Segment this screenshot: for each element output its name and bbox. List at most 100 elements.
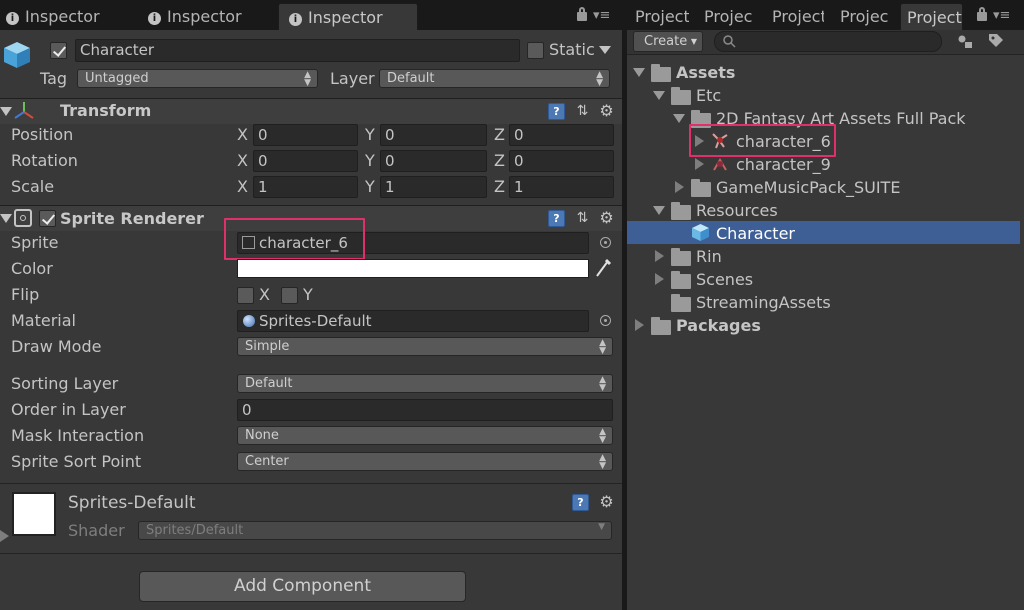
layer-dropdown[interactable]: Default ▲ ▼: [379, 69, 610, 88]
tree-item-character-9[interactable]: character_9: [736, 155, 831, 174]
shader-dropdown[interactable]: Sprites/Default ▼: [138, 521, 612, 540]
rotation-y-axis-label[interactable]: Y: [365, 151, 375, 170]
panel-menu-icon[interactable]: ▾≡: [593, 9, 610, 22]
scale-z-axis-label[interactable]: Z: [494, 177, 505, 196]
foldout-right-icon[interactable]: [655, 250, 664, 262]
layer-value: Default: [387, 71, 435, 86]
rotation-z-field[interactable]: 0: [509, 150, 614, 172]
panel-splitter[interactable]: [622, 0, 627, 610]
search-icon: [723, 35, 736, 48]
eyedropper-icon[interactable]: [594, 258, 612, 278]
gear-icon[interactable]: ⚙: [598, 102, 615, 119]
tab-inspector-3-label: Inspector: [308, 8, 383, 27]
material-preview-swatch: [12, 492, 56, 536]
material-object-field[interactable]: Sprites-Default: [237, 310, 589, 332]
sprite-thumbnail-icon: [710, 154, 730, 174]
foldout-right-icon[interactable]: [675, 181, 684, 193]
panel-menu-icon[interactable]: ▾≡: [993, 9, 1010, 22]
tree-item-assets[interactable]: Assets: [676, 63, 735, 82]
mask-interaction-dropdown[interactable]: None ▲ ▼: [237, 426, 613, 445]
foldout-down-icon[interactable]: [653, 91, 665, 100]
object-picker-icon[interactable]: [600, 237, 611, 248]
foldout-down-icon[interactable]: [653, 206, 665, 215]
position-y-field[interactable]: 0: [380, 124, 487, 146]
sprite-renderer-title: Sprite Renderer: [60, 209, 204, 228]
object-picker-icon[interactable]: [600, 315, 611, 326]
sprite-sort-point-dropdown[interactable]: Center ▲ ▼: [237, 452, 613, 471]
scale-x-axis-label[interactable]: X: [237, 177, 248, 196]
foldout-down-icon[interactable]: [673, 114, 685, 123]
tab-project-1[interactable]: Project: [635, 3, 689, 30]
folder-icon: [651, 317, 671, 335]
order-in-layer-field[interactable]: 0: [237, 399, 613, 421]
position-x-axis-label[interactable]: X: [237, 125, 248, 144]
rotation-x-axis-label[interactable]: X: [237, 151, 248, 170]
add-component-button[interactable]: Add Component: [139, 571, 466, 602]
draw-mode-dropdown[interactable]: Simple ▲ ▼: [237, 337, 613, 356]
folder-icon: [671, 87, 691, 105]
tree-item-streaming-assets[interactable]: StreamingAssets: [696, 293, 831, 312]
tab-inspector-2[interactable]: i Inspector: [146, 3, 276, 30]
foldout-right-icon[interactable]: [695, 158, 704, 170]
tree-item-character-row[interactable]: [627, 221, 1020, 244]
search-input[interactable]: [714, 31, 942, 52]
help-icon[interactable]: ?: [548, 210, 565, 227]
tab-inspector-1[interactable]: i Inspector: [4, 3, 134, 30]
sprite-renderer-enabled-checkbox[interactable]: [39, 210, 56, 227]
color-swatch[interactable]: [237, 259, 589, 278]
gear-icon[interactable]: ⚙: [598, 209, 615, 226]
filter-by-type-icon[interactable]: [956, 33, 974, 50]
position-z-axis-label[interactable]: Z: [494, 125, 505, 144]
object-name-field[interactable]: Character: [75, 39, 520, 62]
position-y-axis-label[interactable]: Y: [365, 125, 375, 144]
rotation-y-field[interactable]: 0: [380, 150, 487, 172]
tree-item-character[interactable]: Character: [716, 224, 795, 243]
static-checkbox[interactable]: [527, 42, 544, 59]
position-x-field[interactable]: 0: [253, 124, 358, 146]
foldout-down-icon[interactable]: [0, 214, 12, 223]
presets-icon[interactable]: ⇅: [574, 103, 591, 120]
tab-inspector-3[interactable]: i Inspector: [278, 3, 418, 30]
tab-project-2[interactable]: Projec: [704, 3, 758, 30]
tab-project-3[interactable]: Project: [772, 3, 824, 30]
foldout-right-icon[interactable]: [635, 319, 644, 331]
folder-icon: [671, 294, 691, 312]
create-button[interactable]: Create ▼: [633, 31, 703, 52]
position-z-field[interactable]: 0: [509, 124, 614, 146]
tree-item-scenes[interactable]: Scenes: [696, 270, 753, 289]
foldout-right-icon[interactable]: [655, 273, 664, 285]
filter-by-label-icon[interactable]: [987, 32, 1005, 50]
foldout-right-icon[interactable]: [0, 530, 9, 542]
help-icon[interactable]: ?: [548, 103, 565, 120]
flip-x-checkbox[interactable]: [237, 287, 254, 304]
sorting-layer-dropdown[interactable]: Default ▲ ▼: [237, 374, 613, 393]
dropdown-arrows-icon: ▲ ▼: [596, 70, 603, 88]
tree-item-packages[interactable]: Packages: [676, 316, 761, 335]
tab-project-4[interactable]: Projec: [840, 3, 894, 30]
lock-shackle-icon: [979, 7, 985, 14]
tree-item-music-pack[interactable]: GameMusicPack_SUITE: [716, 178, 900, 197]
info-icon: i: [6, 12, 19, 25]
gear-icon[interactable]: ⚙: [598, 493, 615, 510]
rotation-z-axis-label[interactable]: Z: [494, 151, 505, 170]
tree-item-etc[interactable]: Etc: [696, 86, 721, 105]
foldout-down-icon[interactable]: [633, 68, 645, 77]
scale-x-field[interactable]: 1: [253, 176, 358, 198]
foldout-down-icon[interactable]: [0, 107, 12, 116]
tab-project-5[interactable]: Project: [900, 3, 963, 30]
material-value: Sprites-Default: [259, 312, 372, 330]
scale-z-field[interactable]: 1: [509, 176, 614, 198]
tag-value: Untagged: [85, 71, 149, 86]
transform-title: Transform: [60, 101, 152, 120]
tree-item-rin[interactable]: Rin: [696, 247, 722, 266]
presets-icon[interactable]: ⇅: [574, 210, 591, 227]
rotation-x-field[interactable]: 0: [253, 150, 358, 172]
scale-y-axis-label[interactable]: Y: [365, 177, 375, 196]
chevron-down-icon[interactable]: [599, 46, 611, 54]
tag-dropdown[interactable]: Untagged ▲ ▼: [77, 69, 318, 88]
help-icon[interactable]: ?: [572, 494, 589, 511]
active-checkbox[interactable]: [50, 42, 67, 59]
scale-y-field[interactable]: 1: [380, 176, 487, 198]
tree-item-resources[interactable]: Resources: [696, 201, 778, 220]
flip-y-checkbox[interactable]: [281, 287, 298, 304]
